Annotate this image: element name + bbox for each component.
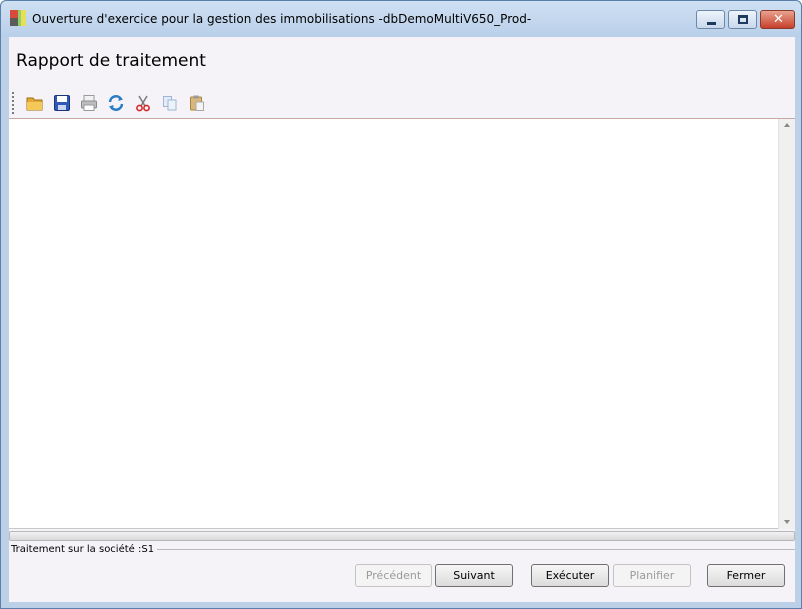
save-icon [54, 95, 70, 111]
cut-icon [136, 95, 150, 112]
open-button[interactable] [26, 94, 44, 112]
minimize-icon [707, 22, 716, 25]
status-group: Traitement sur la société :S1 [11, 544, 795, 556]
scroll-up-icon[interactable] [784, 123, 790, 127]
status-label: Traitement sur la société :S1 [11, 544, 158, 555]
paste-button[interactable] [188, 94, 206, 112]
window-title: Ouverture d'exercice pour la gestion des… [32, 12, 532, 26]
report-textbox[interactable] [9, 118, 795, 529]
main-window: Ouverture d'exercice pour la gestion des… [0, 0, 802, 609]
toolbar-grip[interactable] [12, 92, 14, 114]
next-button[interactable]: Suivant [435, 564, 513, 587]
minimize-button[interactable] [696, 10, 725, 29]
scroll-down-icon[interactable] [784, 520, 790, 524]
vertical-scrollbar[interactable] [778, 119, 795, 529]
close-button[interactable]: Fermer [707, 564, 785, 587]
copy-button[interactable] [161, 94, 179, 112]
print-icon [81, 95, 97, 111]
page-title: Rapport de traitement [16, 51, 206, 71]
progress-bar [9, 531, 795, 541]
copy-icon [163, 96, 177, 111]
close-icon: ✕ [773, 12, 784, 27]
execute-button[interactable]: Exécuter [531, 564, 609, 587]
close-window-button[interactable]: ✕ [760, 10, 795, 29]
refresh-icon [108, 95, 124, 111]
cut-button[interactable] [134, 94, 152, 112]
client-area: Rapport de traitement Traitement sur la … [9, 37, 795, 602]
save-button[interactable] [53, 94, 71, 112]
maximize-button[interactable] [728, 10, 757, 29]
previous-button[interactable]: Précédent [355, 564, 432, 587]
schedule-button[interactable]: Planifier [613, 564, 691, 587]
maximize-icon [738, 15, 748, 24]
paste-icon [190, 95, 204, 111]
print-button[interactable] [80, 94, 98, 112]
app-icon [10, 10, 26, 26]
refresh-button[interactable] [107, 94, 125, 112]
report-toolbar [12, 90, 212, 114]
open-folder-icon [26, 97, 43, 111]
title-bar[interactable]: Ouverture d'exercice pour la gestion des… [1, 1, 801, 37]
